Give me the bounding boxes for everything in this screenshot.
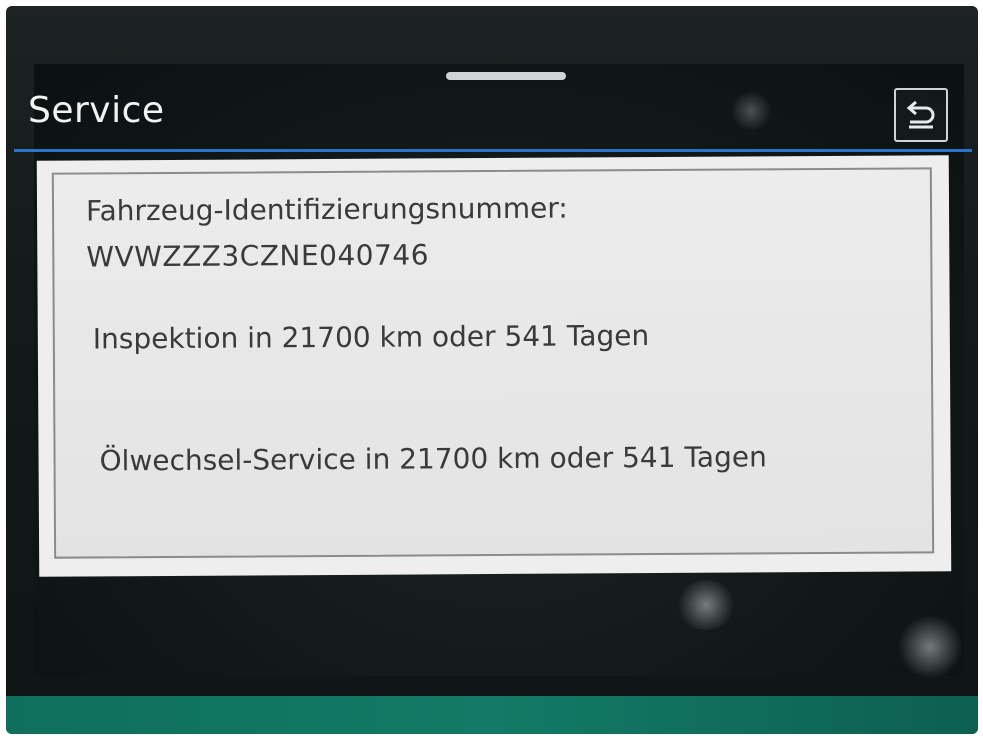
inspection-text: Inspektion in 21700 km oder 541 Tagen bbox=[92, 319, 650, 356]
device-photo: Service Fahrzeug-Identifizierungsnummer:… bbox=[6, 6, 978, 734]
dialog-content: Fahrzeug-Identifizierungsnummer: WVWZZZ3… bbox=[51, 167, 935, 559]
vin-label: Fahrzeug-Identifizierungsnummer: bbox=[85, 191, 568, 228]
bottom-bar bbox=[6, 696, 978, 734]
service-info-dialog: Fahrzeug-Identifizierungsnummer: WVWZZZ3… bbox=[36, 155, 952, 577]
app-header: Service bbox=[14, 84, 972, 152]
fingerprint-smudge bbox=[898, 616, 962, 678]
page-title: Service bbox=[28, 90, 165, 131]
oil-service-text: Ölwechsel-Service in 21700 km oder 541 T… bbox=[99, 440, 767, 478]
return-arrow-icon bbox=[906, 100, 935, 129]
pull-down-handle[interactable] bbox=[446, 72, 566, 80]
vin-value: WVWZZZ3CZNE040746 bbox=[86, 238, 430, 274]
fingerprint-smudge bbox=[676, 580, 736, 630]
header-divider bbox=[14, 149, 972, 152]
back-button[interactable] bbox=[894, 88, 948, 142]
